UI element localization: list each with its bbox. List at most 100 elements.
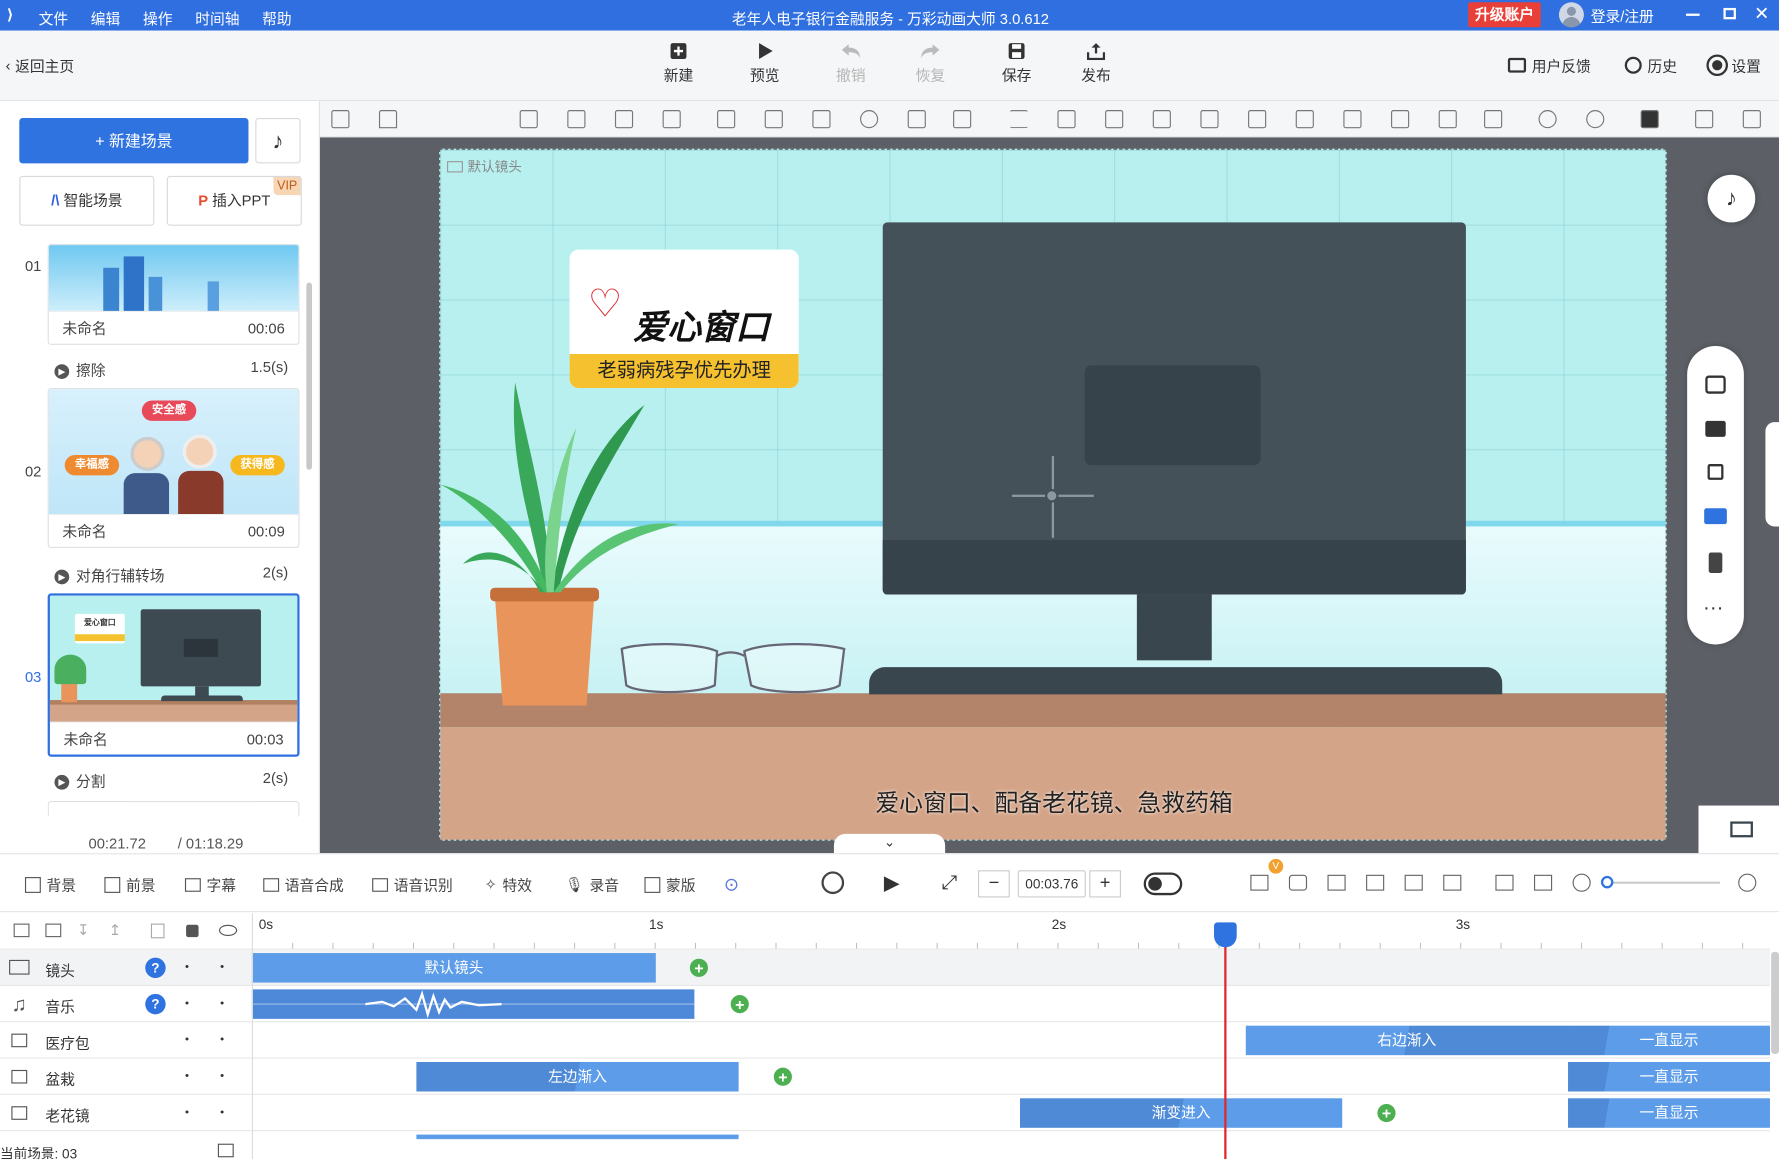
align-top-icon[interactable]: [1391, 110, 1410, 129]
stage-canvas[interactable]: 默认镜头 ♡ 爱心窗口 老弱病残孕优先办理 爱心窗口、配备老花镜、急救药箱: [439, 148, 1667, 841]
transition-row[interactable]: ▶ 分割 2(s): [54, 769, 288, 791]
align-center-h-icon[interactable]: [1343, 110, 1362, 129]
ruler-icon[interactable]: [331, 110, 350, 129]
love-window-sign[interactable]: ♡ 爱心窗口 老弱病残孕优先办理: [569, 249, 799, 389]
sliders-icon[interactable]: [1443, 874, 1462, 891]
move-up-icon[interactable]: [567, 110, 586, 129]
fit-width-icon[interactable]: [1495, 874, 1514, 891]
help-icon[interactable]: ?: [145, 993, 166, 1015]
maximize-button[interactable]: [1723, 7, 1736, 20]
flip-v-icon[interactable]: [764, 110, 783, 129]
zoom-in-icon[interactable]: [1738, 873, 1757, 892]
login-button[interactable]: 登录/注册: [1558, 2, 1654, 28]
scrollbar[interactable]: [1771, 951, 1779, 1055]
timeline-clip[interactable]: 默认镜头: [251, 953, 656, 983]
edit-icon[interactable]: [1327, 874, 1346, 891]
flower-pot[interactable]: [494, 592, 595, 706]
record-button[interactable]: 🎙 录音: [565, 874, 619, 896]
add-keyframe-icon[interactable]: +: [689, 958, 708, 977]
history-button[interactable]: 历史: [1624, 54, 1677, 76]
filter-icon[interactable]: [1404, 874, 1423, 891]
fullscreen-button[interactable]: ⤢: [942, 871, 957, 894]
align-bottom-icon[interactable]: [1438, 110, 1457, 129]
zoom-in-icon[interactable]: [1538, 110, 1557, 129]
fullscreen-icon[interactable]: [1705, 375, 1726, 394]
zoom-out-icon[interactable]: [1586, 110, 1605, 129]
copy-icon[interactable]: [1695, 110, 1714, 129]
align-right-icon[interactable]: [1295, 110, 1314, 129]
book-icon[interactable]: [217, 1143, 234, 1158]
scene-card-02[interactable]: 安全感 幸福感 获得感 未命名 00:09: [47, 388, 300, 549]
zoom-out-icon[interactable]: [1572, 873, 1591, 892]
playhead-handle[interactable]: [1214, 922, 1237, 948]
delete-icon[interactable]: [907, 110, 926, 129]
time-ruler[interactable]: 0s 1s 2s 3s: [251, 913, 1770, 950]
home-icon[interactable]: [378, 110, 398, 129]
timeline-clip[interactable]: 右边渐入: [1245, 1025, 1569, 1056]
move-top-icon[interactable]: [662, 110, 681, 129]
track-row-music[interactable]: ♫ 音乐 ? • • +: [0, 986, 1770, 1023]
paste-icon[interactable]: [1742, 110, 1761, 129]
publish-button[interactable]: 发布: [1064, 42, 1128, 85]
more-icon[interactable]: ···: [1703, 596, 1723, 620]
align-icon[interactable]: [1200, 110, 1219, 129]
time-plus-button[interactable]: +: [1089, 870, 1121, 898]
add-keyframe-icon[interactable]: +: [730, 995, 749, 1014]
audio-clip[interactable]: [251, 989, 695, 1019]
side-collapse-handle[interactable]: [1765, 422, 1779, 527]
smart-scene-button[interactable]: /\ 智能场景: [19, 175, 155, 226]
redo-button[interactable]: 恢复: [899, 42, 963, 85]
scene-card-04[interactable]: [47, 801, 300, 817]
menu-operate[interactable]: 操作: [143, 7, 173, 29]
timeline-clip[interactable]: 一直显示: [1568, 1025, 1770, 1056]
new-scene-button[interactable]: + 新建场景: [19, 117, 249, 164]
mask-button[interactable]: 蒙版: [644, 874, 696, 896]
settings-button[interactable]: 设置: [1706, 54, 1761, 77]
upgrade-button[interactable]: 升级账户: [1468, 2, 1541, 28]
flip-h-icon[interactable]: [717, 110, 736, 129]
time-minus-button[interactable]: −: [978, 870, 1010, 898]
landscape-icon[interactable]: [1704, 508, 1727, 525]
transition-row[interactable]: ▶ 对角行辅转场 2(s): [54, 564, 288, 586]
align-icon[interactable]: [1105, 110, 1124, 129]
close-button[interactable]: ✕: [1754, 2, 1769, 25]
minimize-button[interactable]: [1686, 13, 1700, 16]
asr-button[interactable]: 语音识别: [372, 874, 453, 896]
add-keyframe-icon[interactable]: +: [1377, 1103, 1396, 1123]
transition-row[interactable]: ▶ 擦除 1.5(s): [54, 359, 288, 381]
scene-card-01[interactable]: 未命名 00:06: [47, 243, 300, 345]
preview-button[interactable]: 预览: [733, 42, 797, 85]
foreground-button[interactable]: 前景: [104, 874, 155, 896]
align-icon[interactable]: [1057, 110, 1076, 129]
new-button[interactable]: 新建: [647, 42, 711, 85]
move-bottom-icon[interactable]: [614, 110, 634, 129]
track-row-glasses[interactable]: 老花镜 • • 渐变进入 + 一直显示: [0, 1095, 1770, 1132]
track-row-medkit[interactable]: 医疗包 • • 右边渐入 一直显示: [0, 1022, 1770, 1059]
menu-file[interactable]: 文件: [39, 7, 69, 29]
subtitle-button[interactable]: 字幕: [184, 874, 236, 896]
align-center-v-icon[interactable]: [1009, 110, 1028, 129]
move-down-icon[interactable]: [519, 110, 538, 129]
distribute-icon[interactable]: [1484, 110, 1503, 129]
zoom-slider-knob[interactable]: [1600, 875, 1614, 889]
rotate-icon[interactable]: [860, 110, 879, 129]
timeline-clip[interactable]: 左边渐入: [416, 1061, 739, 1092]
music-button[interactable]: ♪: [255, 117, 301, 164]
trash-icon[interactable]: [150, 923, 165, 939]
up-icon[interactable]: ↥: [109, 921, 121, 939]
collapse-stage-button[interactable]: ⌄: [833, 833, 946, 854]
reading-glasses[interactable]: [617, 640, 851, 699]
snapshot-icon[interactable]: [1288, 874, 1308, 891]
portrait-icon[interactable]: [1708, 552, 1723, 573]
lock-icon[interactable]: [186, 924, 199, 938]
align-icon[interactable]: [1152, 110, 1171, 129]
plant-leaves[interactable]: [440, 371, 690, 598]
loop-toggle[interactable]: [1143, 872, 1183, 896]
rewind-icon[interactable]: [821, 871, 845, 895]
timeline-clip[interactable]: 渐变进入: [1020, 1098, 1343, 1128]
fit-icon[interactable]: [953, 110, 972, 129]
timeline-clip[interactable]: 一直显示: [1568, 1061, 1770, 1092]
track-row-camera[interactable]: 镜头 ? • • 默认镜头 +: [0, 949, 1770, 986]
add-keyframe-icon[interactable]: +: [773, 1067, 792, 1086]
scrollbar[interactable]: [306, 282, 313, 470]
